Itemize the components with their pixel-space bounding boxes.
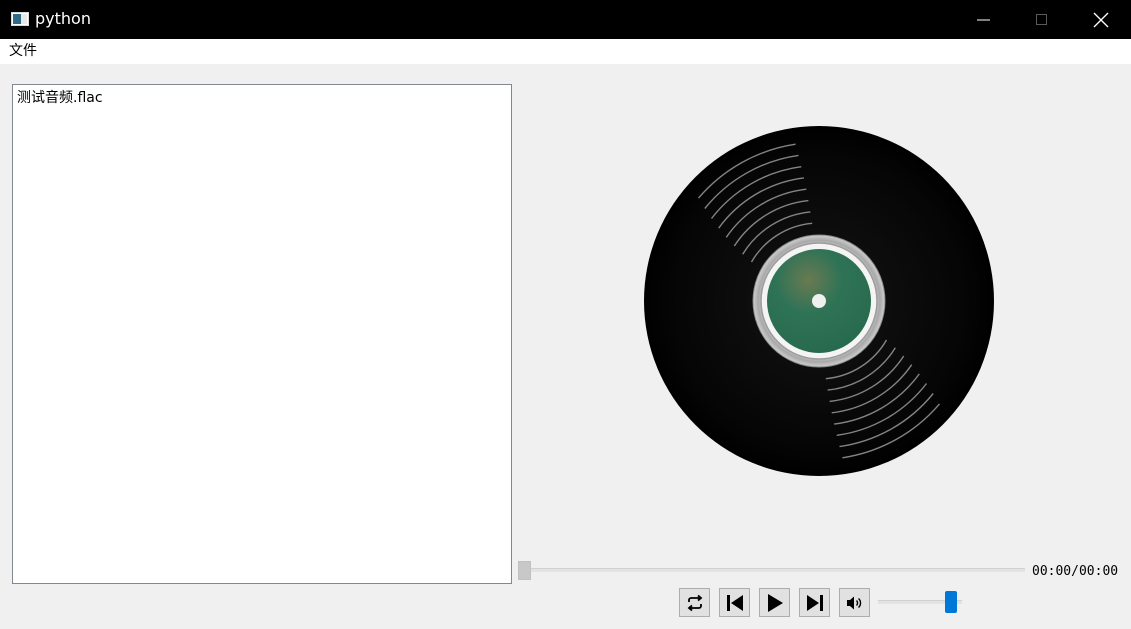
play-button[interactable] bbox=[759, 588, 790, 617]
playlist-item[interactable]: 测试音频.flac bbox=[17, 88, 103, 108]
next-button[interactable] bbox=[799, 588, 830, 617]
volume-icon bbox=[847, 596, 862, 610]
play-icon bbox=[768, 594, 783, 612]
menu-file[interactable]: 文件 bbox=[9, 43, 37, 60]
close-icon bbox=[1093, 12, 1109, 28]
minimize-icon bbox=[977, 19, 990, 21]
window-title: python bbox=[35, 9, 91, 28]
minimize-button[interactable] bbox=[955, 0, 1013, 39]
title-bar[interactable]: python bbox=[0, 0, 1131, 39]
previous-button[interactable] bbox=[719, 588, 750, 617]
vinyl-record-image bbox=[644, 126, 994, 476]
progress-slider[interactable] bbox=[519, 568, 1025, 572]
maximize-button[interactable] bbox=[1013, 0, 1071, 39]
app-icon bbox=[11, 12, 29, 26]
loop-icon bbox=[687, 594, 703, 612]
volume-slider-handle[interactable] bbox=[944, 591, 957, 613]
time-display: 00:00/00:00 bbox=[1032, 564, 1119, 579]
previous-icon bbox=[727, 595, 743, 611]
volume-button[interactable] bbox=[839, 588, 870, 617]
next-icon bbox=[807, 595, 823, 611]
loop-button[interactable] bbox=[679, 588, 710, 617]
close-button[interactable] bbox=[1072, 0, 1130, 39]
menu-bar: 文件 bbox=[0, 39, 1131, 64]
maximize-icon bbox=[1036, 14, 1047, 25]
progress-slider-handle[interactable] bbox=[518, 561, 531, 580]
playlist[interactable]: 测试音频.flac bbox=[12, 84, 512, 584]
